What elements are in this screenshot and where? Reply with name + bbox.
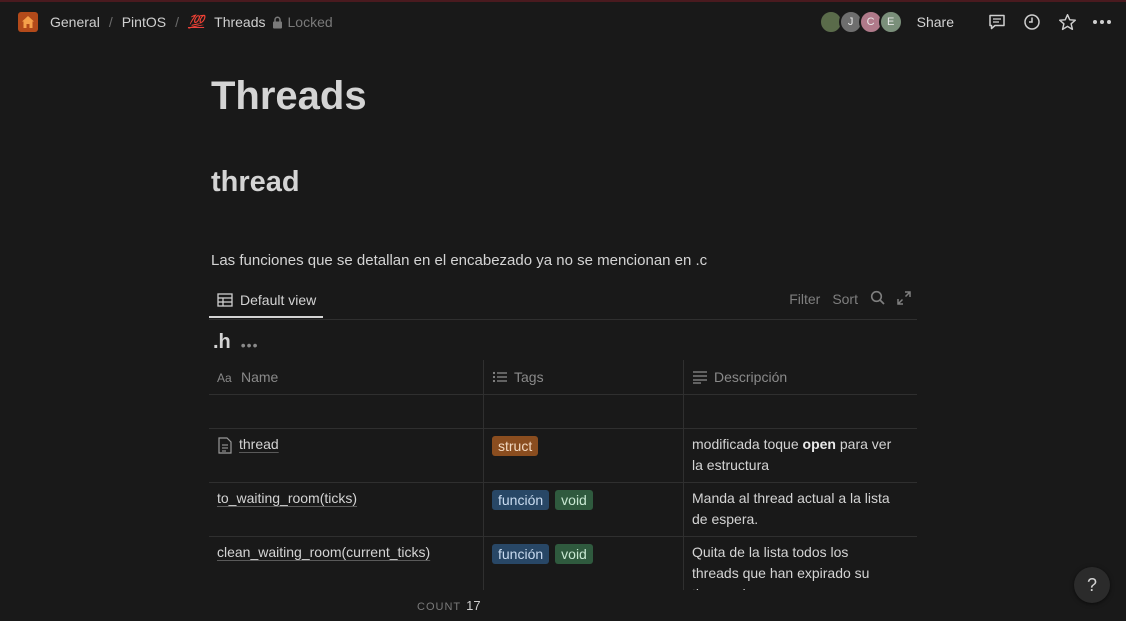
page-icon [218, 437, 232, 454]
locked-indicator[interactable]: Locked [272, 14, 333, 30]
section-heading[interactable]: thread [211, 166, 300, 199]
cell-tags[interactable]: función void [484, 482, 684, 536]
help-button[interactable]: ? [1074, 567, 1110, 603]
cell-descripcion[interactable]: Manda al thread actual a la lista de esp… [684, 482, 917, 536]
breadcrumb: General / PintOS / 💯 Threads Locked [18, 12, 333, 32]
text-type-icon: Aa [217, 371, 232, 383]
row-name-text: to_waiting_room(ticks) [217, 490, 358, 506]
breadcrumb-label: PintOS [121, 14, 167, 30]
cell-descripcion[interactable]: modificada toque open para ver la estruc… [684, 428, 917, 482]
search-icon[interactable] [870, 290, 885, 308]
tag-badge: void [555, 490, 593, 510]
cell-name[interactable]: clean_waiting_room(current_ticks) [209, 536, 484, 590]
view-tools: Filter Sort [789, 290, 911, 308]
breadcrumb-separator: / [175, 14, 179, 30]
cell-name[interactable] [209, 394, 484, 428]
row-name[interactable]: clean_waiting_room(current_ticks) [217, 544, 430, 560]
group-more-icon[interactable]: ••• [241, 337, 259, 353]
avatar[interactable]: E [878, 10, 903, 34]
group-header: .h ••• [213, 331, 259, 354]
tag-badge: función [492, 544, 550, 564]
list-icon [492, 371, 507, 383]
breadcrumb-label: General [50, 14, 100, 30]
tag-badge: void [555, 544, 593, 564]
favorite-star-icon[interactable] [1057, 12, 1077, 32]
avatar-stack[interactable]: JCE [818, 10, 903, 34]
table-row[interactable] [209, 394, 917, 429]
breadcrumb-separator: / [108, 14, 113, 30]
lock-icon [272, 16, 282, 28]
column-header-descripcion[interactable]: Descripción [684, 360, 917, 394]
row-description: Manda al thread actual a la lista de esp… [692, 488, 892, 530]
locked-label: Locked [287, 14, 333, 30]
cell-descripcion[interactable] [684, 394, 917, 428]
tag-badge: función [492, 490, 550, 510]
comments-icon[interactable] [987, 12, 1007, 32]
row-name-text: thread [239, 436, 279, 452]
cell-tags[interactable] [484, 394, 684, 428]
description-bold-text: open [802, 436, 836, 452]
hundred-points-icon: 💯 [187, 14, 205, 29]
breadcrumb-item-general[interactable]: General [18, 12, 100, 32]
count-summary[interactable]: COUNT 17 [417, 598, 481, 613]
topbar-tools: JCE Share [818, 9, 1112, 35]
group-title[interactable]: .h [213, 331, 231, 354]
home-icon [18, 12, 38, 32]
cell-tags[interactable]: struct [484, 428, 684, 482]
count-value: 17 [466, 598, 481, 613]
table-row[interactable]: thread struct modificada toque open para v… [209, 428, 917, 483]
table-row[interactable]: clean_waiting_room(current_ticks) función… [209, 536, 917, 590]
table-row[interactable]: to_waiting_room(ticks) función void Manda a… [209, 482, 917, 537]
history-clock-icon[interactable] [1022, 12, 1042, 32]
count-label: COUNT [417, 601, 462, 613]
breadcrumb-item-threads[interactable]: 💯 Threads [188, 14, 266, 30]
more-options-icon[interactable] [1092, 12, 1112, 32]
filter-button[interactable]: Filter [789, 291, 820, 307]
text-lines-icon [693, 371, 707, 384]
top-bar: General / PintOS / 💯 Threads Locked JCE … [0, 2, 1126, 42]
column-header-name[interactable]: Aa Name [209, 360, 484, 394]
row-name[interactable]: thread [217, 436, 279, 454]
row-name[interactable]: to_waiting_room(ticks) [217, 490, 357, 506]
cell-tags[interactable]: función void [484, 536, 684, 590]
description-text: Manda al thread actual a la lista de esp… [692, 490, 890, 527]
row-description: Quita de la lista todos los threads que … [692, 542, 892, 590]
cell-descripcion[interactable]: Quita de la lista todos los threads que … [684, 536, 917, 590]
database-table: Aa Name Tags Descripción thread struct mod… [209, 360, 917, 590]
column-header-tags[interactable]: Tags [484, 360, 684, 394]
description-text: Quita de la lista todos los threads que … [692, 544, 870, 590]
table-header-row: Aa Name Tags Descripción [209, 360, 917, 395]
svg-text:Aa: Aa [217, 371, 232, 383]
breadcrumb-item-pintos[interactable]: PintOS [122, 14, 166, 30]
cell-name[interactable]: thread [209, 428, 484, 482]
table-icon [217, 293, 233, 307]
database-view-bar: Default view Filter Sort [209, 284, 917, 320]
share-button[interactable]: Share [917, 14, 954, 30]
cell-name[interactable]: to_waiting_room(ticks) [209, 482, 484, 536]
page-paragraph[interactable]: Las funciones que se detallan en el enca… [211, 252, 707, 269]
page-title[interactable]: Threads [211, 74, 367, 119]
column-label: Descripción [714, 369, 788, 385]
view-label: Default view [240, 292, 317, 308]
sort-button[interactable]: Sort [832, 291, 858, 307]
tab-default-view[interactable]: Default view [209, 284, 323, 318]
breadcrumb-label: Threads [214, 14, 266, 30]
column-label: Name [241, 369, 279, 385]
expand-icon[interactable] [897, 290, 911, 308]
tag-badge: struct [492, 436, 539, 456]
column-label: Tags [514, 369, 544, 385]
description-text: modificada toque [692, 436, 803, 452]
row-name-text: clean_waiting_room(current_ticks) [217, 544, 431, 560]
row-description: modificada toque open para ver la estruc… [692, 434, 892, 476]
